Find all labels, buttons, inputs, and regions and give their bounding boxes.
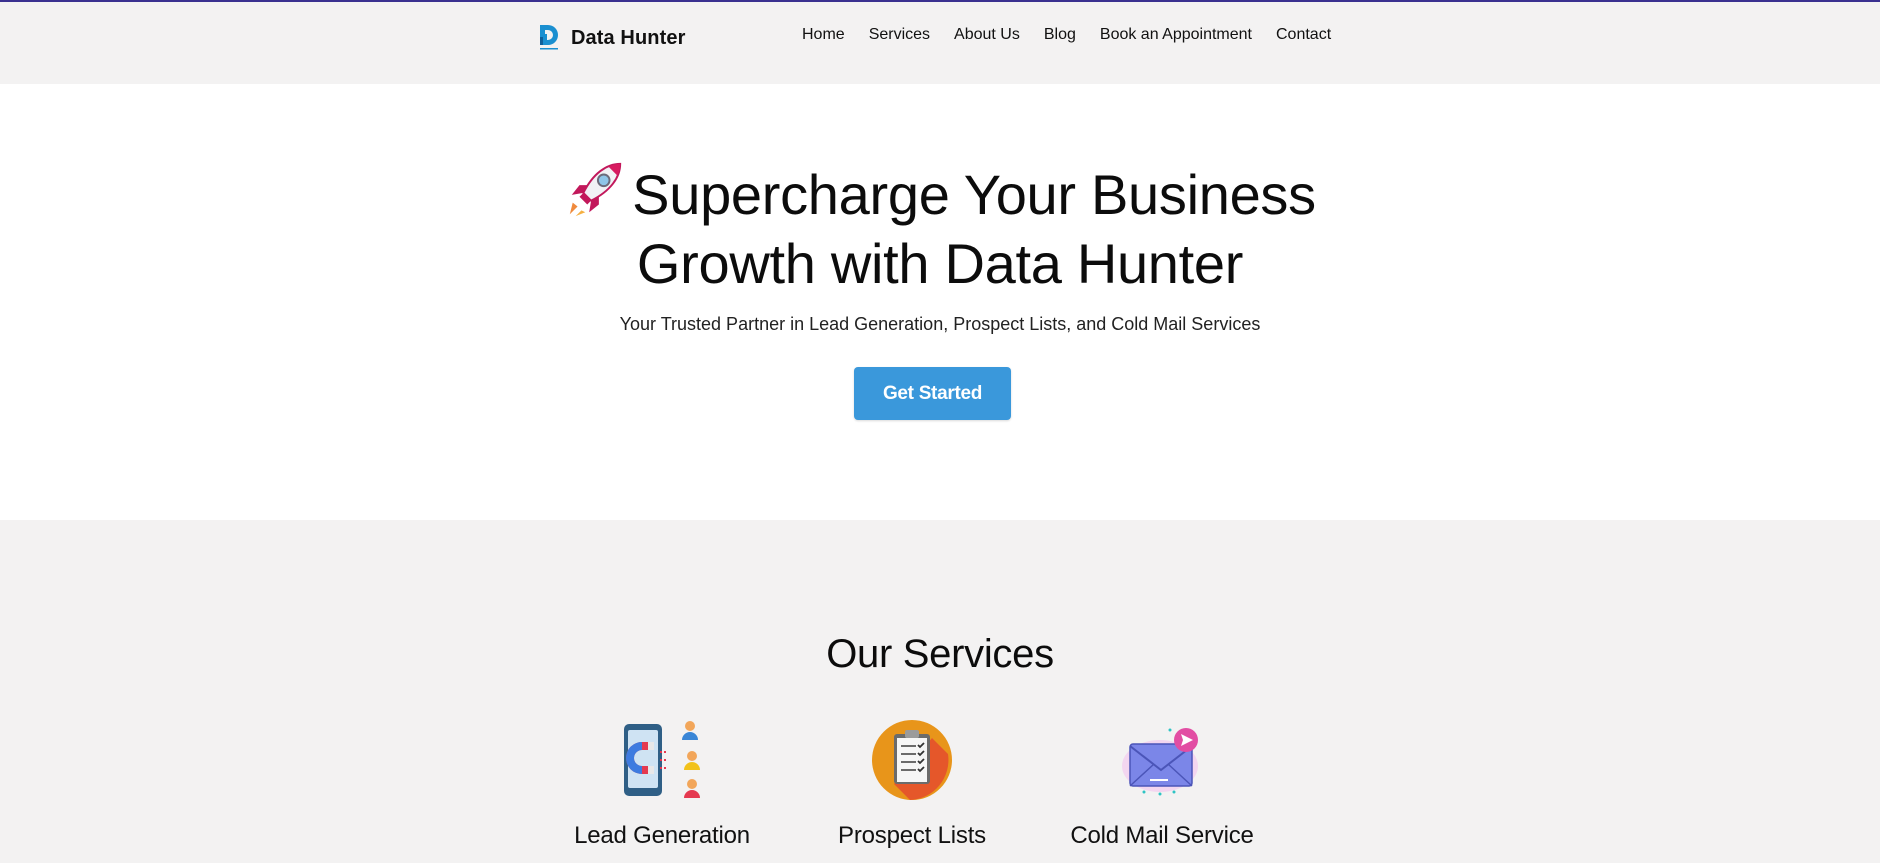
- hero-title-line1: Supercharge Your Business: [632, 163, 1316, 226]
- hero-subtitle: Your Trusted Partner in Lead Generation,…: [619, 314, 1261, 334]
- brand-name: Data Hunter: [571, 26, 686, 49]
- envelope-send-icon: [1122, 728, 1198, 796]
- magnet-leads-icon: [624, 721, 700, 798]
- get-started-button[interactable]: Get Started: [854, 367, 1011, 420]
- hero-title-line2: Growth with Data Hunter: [636, 232, 1244, 295]
- brand-logo[interactable]: Data Hunter: [537, 22, 685, 54]
- service-label-lead-generation: Lead Generation: [574, 822, 750, 849]
- main-nav: Home Services About Us Blog Book an Appo…: [802, 26, 1355, 44]
- rocket-icon: [569, 162, 622, 217]
- hero-title: Supercharge Your Business Growth with Da…: [440, 158, 1440, 298]
- services-title: Our Services: [826, 632, 1054, 676]
- clipboard-checklist-icon: [872, 720, 952, 800]
- nav-blog[interactable]: Blog: [1044, 26, 1076, 44]
- service-cold-mail[interactable]: Cold Mail Service: [1052, 718, 1272, 850]
- site-header: Data Hunter Home Services About Us Blog …: [0, 2, 1880, 84]
- nav-about-us[interactable]: About Us: [954, 26, 1020, 44]
- nav-contact[interactable]: Contact: [1276, 26, 1331, 44]
- services-section: Our Services Lead Generation Prospect Li…: [0, 520, 1880, 863]
- service-lead-generation[interactable]: Lead Generation: [552, 718, 772, 850]
- hero-section: Supercharge Your Business Growth with Da…: [0, 84, 1880, 520]
- service-prospect-lists[interactable]: Prospect Lists: [802, 718, 1022, 850]
- service-label-cold-mail: Cold Mail Service: [1070, 822, 1254, 849]
- nav-book-appointment[interactable]: Book an Appointment: [1100, 26, 1252, 44]
- nav-services[interactable]: Services: [869, 26, 930, 44]
- data-hunter-logo-icon: [540, 25, 558, 50]
- nav-home[interactable]: Home: [802, 26, 845, 44]
- service-label-prospect-lists: Prospect Lists: [838, 822, 986, 849]
